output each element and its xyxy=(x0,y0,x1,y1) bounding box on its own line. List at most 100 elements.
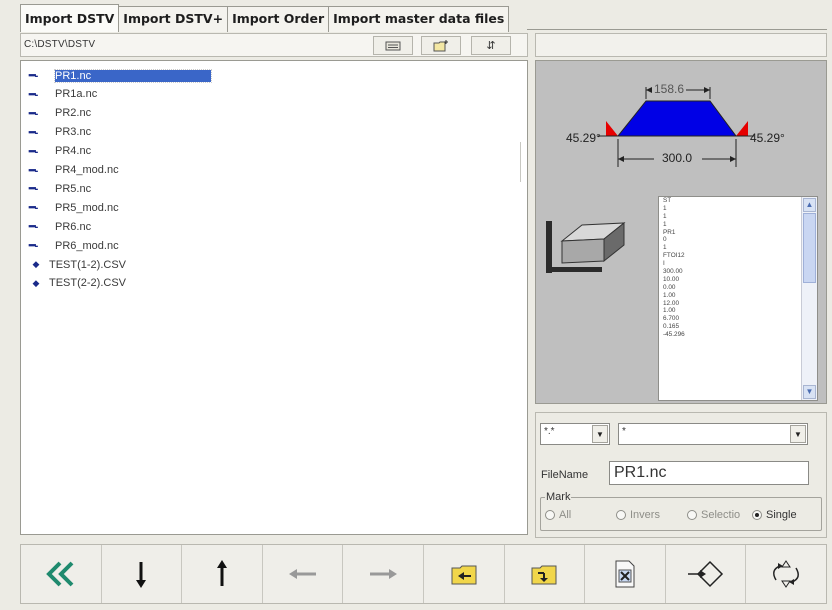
nc-file-icon: ━- xyxy=(29,221,38,234)
file-list-item[interactable]: ━- PR3.nc xyxy=(29,124,91,141)
arrow-down-icon xyxy=(136,562,147,588)
scroll-thumb[interactable] xyxy=(803,213,816,283)
move-right-button[interactable] xyxy=(343,545,424,603)
export-folder-icon xyxy=(531,565,557,585)
nc-file-icon: ━- xyxy=(29,240,38,253)
bottom-dimension-label: 300.0 xyxy=(662,151,693,165)
data-line: 1 xyxy=(663,244,667,252)
arrow-left-icon xyxy=(288,569,316,579)
file-name: PR2.nc xyxy=(55,107,92,120)
rotate-button[interactable] xyxy=(746,545,826,603)
move-up-button[interactable] xyxy=(182,545,263,603)
file-list-item[interactable]: ━- PR6.nc xyxy=(29,218,91,235)
data-line: 0 xyxy=(663,236,667,244)
new-folder-icon xyxy=(433,39,448,51)
folder-up-button[interactable] xyxy=(373,36,413,55)
tab-import-order[interactable]: Import Order xyxy=(227,6,330,32)
file-name: PR1.nc xyxy=(53,68,213,83)
data-line: 1 xyxy=(663,212,667,220)
file-name: PR3.nc xyxy=(55,126,92,139)
dstv-data-lines: ST 1 1 1 PR1 0 1 FTOI12 I 300.00 10.00 0.00 1.00 12.0… xyxy=(663,197,685,339)
file-list-item[interactable]: ━- PR1a.nc xyxy=(29,86,97,103)
arrow-right-icon xyxy=(370,569,398,579)
data-line: 6.700 xyxy=(663,315,679,323)
dstv-data-text[interactable]: ST 1 1 1 PR1 0 1 FTOI12 I 300.00 10.00 0.00 1.00 12.0… xyxy=(658,196,818,401)
nc-file-icon: ━- xyxy=(29,183,38,196)
nc-file-icon: ━- xyxy=(29,107,38,120)
file-list-item[interactable]: ◆ TEST(1-2).CSV xyxy=(29,256,126,273)
scroll-up-icon[interactable]: ▲ xyxy=(803,198,816,212)
file-list[interactable]: ━- PR1.nc ━- PR1a.nc ━- PR2.nc ━- PR3.nc ━- PR4.n… xyxy=(20,60,528,535)
radio-icon xyxy=(687,510,697,520)
file-list-item[interactable]: ━- PR6_mod.nc xyxy=(29,237,119,254)
import-folder-button[interactable] xyxy=(424,545,505,603)
tab-filler xyxy=(527,6,827,30)
file-name: PR6_mod.nc xyxy=(55,239,119,252)
data-line: FTOI12 xyxy=(663,252,685,260)
import-button[interactable] xyxy=(666,545,747,603)
radio-label: All xyxy=(559,509,572,521)
tab-bar: Import DSTV Import DSTV+ Import Order Im… xyxy=(20,4,510,32)
tab-import-dstv-plus[interactable]: Import DSTV+ xyxy=(118,6,229,32)
splitter[interactable] xyxy=(520,142,526,182)
file-name: PR5_mod.nc xyxy=(55,201,119,214)
back-button[interactable] xyxy=(21,545,102,603)
data-line: 1 xyxy=(663,220,667,228)
chevron-down-icon[interactable]: ▼ xyxy=(790,425,806,443)
file-list-item[interactable]: ━- PR1.nc xyxy=(29,67,213,84)
delete-file-button[interactable] xyxy=(585,545,666,603)
name-filter-value: * xyxy=(622,426,626,437)
data-line: PR1 xyxy=(663,228,676,236)
tab-import-master-data[interactable]: Import master data files xyxy=(328,6,510,32)
nc-file-icon: ━- xyxy=(29,70,38,82)
scroll-down-icon[interactable]: ▼ xyxy=(803,385,816,399)
nc-file-icon: ━- xyxy=(29,126,38,139)
profile-preview: 158.6 300.0 45.29° 45.29° ST 1 1 1 PR1 0 1 FTOI… xyxy=(535,60,827,404)
export-folder-button[interactable] xyxy=(505,545,586,603)
mark-invers-radio[interactable]: Invers xyxy=(616,509,660,521)
data-line: 0.165 xyxy=(663,323,679,331)
mark-all-radio[interactable]: All xyxy=(545,509,571,521)
folder-up-icon xyxy=(385,41,401,50)
file-list-item[interactable]: ◆ TEST(2-2).CSV xyxy=(29,275,126,292)
extension-filter-value: *.* xyxy=(544,426,555,437)
preview-header xyxy=(535,33,827,57)
chevron-down-icon[interactable]: ▼ xyxy=(592,425,608,443)
mark-single-radio[interactable]: Single xyxy=(752,509,797,521)
data-line: 300.00 xyxy=(663,268,683,276)
file-list-item[interactable]: ━- PR5_mod.nc xyxy=(29,199,119,216)
mark-selection-radio[interactable]: Selectio xyxy=(687,509,740,521)
data-line: ST xyxy=(663,197,672,204)
data-line: 12.00 xyxy=(663,299,679,307)
back-double-chevron-icon xyxy=(45,561,74,587)
delete-file-icon xyxy=(615,560,635,588)
data-scrollbar[interactable]: ▲ ▼ xyxy=(801,197,817,400)
filename-label: FileName xyxy=(541,469,589,481)
current-path: C:\DSTV\DSTV xyxy=(24,39,96,50)
tab-import-dstv[interactable]: Import DSTV xyxy=(20,4,120,32)
bottom-toolbar xyxy=(20,544,827,604)
file-list-item[interactable]: ━- PR5.nc xyxy=(29,180,91,197)
data-line: 1 xyxy=(663,204,667,212)
left-angle-label: 45.29° xyxy=(566,131,601,145)
refresh-icon: ⇵ xyxy=(486,40,496,52)
radio-label: Single xyxy=(766,509,797,521)
move-down-button[interactable] xyxy=(102,545,183,603)
new-folder-button[interactable] xyxy=(421,36,461,55)
file-list-item[interactable]: ━- PR4.nc xyxy=(29,143,91,160)
move-left-button[interactable] xyxy=(263,545,344,603)
mark-group: Mark All Invers Selectio Single xyxy=(540,491,822,531)
file-name: PR5.nc xyxy=(55,182,92,195)
filename-field[interactable]: PR1.nc xyxy=(609,461,809,485)
file-list-item[interactable]: ━- PR4_mod.nc xyxy=(29,162,119,179)
data-line: -45.296 xyxy=(663,331,685,339)
file-list-item[interactable]: ━- PR2.nc xyxy=(29,105,91,122)
csv-file-icon: ◆ xyxy=(32,259,40,269)
refresh-button[interactable]: ⇵ xyxy=(471,36,511,55)
radio-label: Invers xyxy=(630,509,660,521)
data-line: 1.00 xyxy=(663,307,676,315)
name-filter-combo[interactable]: * ▼ xyxy=(618,423,808,445)
extension-filter-combo[interactable]: *.* ▼ xyxy=(540,423,610,445)
radio-label: Selectio xyxy=(701,509,741,521)
profile-drawing xyxy=(598,87,754,167)
